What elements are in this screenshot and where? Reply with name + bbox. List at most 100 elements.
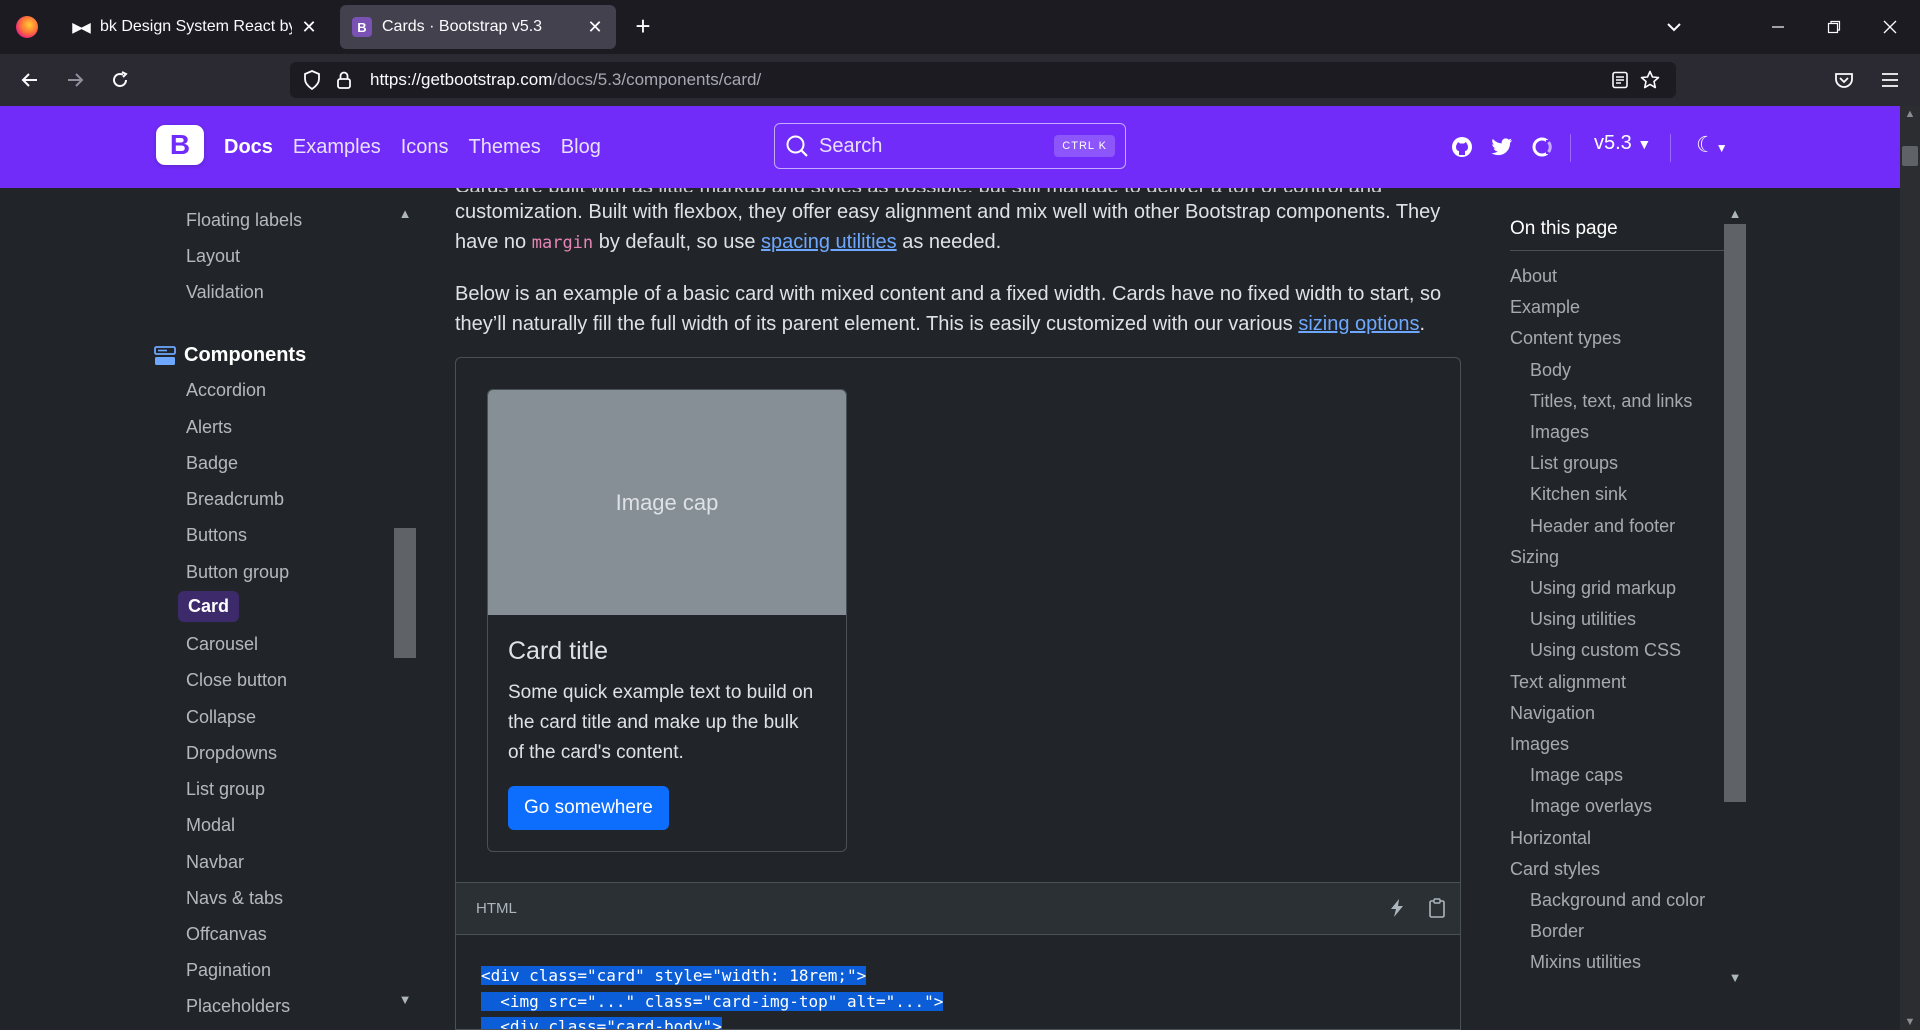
toc-item[interactable]: Header and footer (1530, 516, 1675, 537)
browser-tab-active[interactable]: B Cards · Bootstrap v5.3 ✕ (340, 5, 616, 49)
back-button[interactable] (14, 64, 46, 96)
lightning-icon[interactable] (1386, 897, 1408, 919)
browser-tab[interactable]: ▶◀ bk Design System React by Crea ✕ (58, 5, 330, 49)
nav-link-icons[interactable]: Icons (401, 136, 449, 159)
chevron-down-icon (1667, 23, 1681, 32)
toc-item[interactable]: Images (1510, 734, 1569, 755)
restore-button[interactable] (1806, 0, 1862, 54)
close-window-button[interactable] (1862, 0, 1918, 54)
sidebar-item-modal[interactable]: Modal (186, 815, 235, 836)
sidebar-item-floating-labels[interactable]: Floating labels (186, 210, 302, 231)
nav-link-docs[interactable]: Docs (224, 136, 273, 159)
toc-item[interactable]: Images (1530, 422, 1589, 443)
toc-item[interactable]: Image overlays (1530, 796, 1652, 817)
sidebar-section-components[interactable]: Components (154, 344, 306, 367)
bookmark-star-icon[interactable] (1634, 64, 1666, 96)
sidebar-item-layout[interactable]: Layout (186, 246, 240, 267)
sidebar-item-list-group[interactable]: List group (186, 779, 265, 800)
nav-link-blog[interactable]: Blog (561, 136, 601, 159)
sidebar-item-navbar[interactable]: Navbar (186, 852, 244, 873)
toc-item[interactable]: Image caps (1530, 765, 1623, 786)
clipboard-icon[interactable] (1426, 897, 1448, 919)
list-all-tabs-button[interactable] (1646, 0, 1702, 54)
toc-item[interactable]: Body (1530, 360, 1571, 381)
toc-item[interactable]: Mixins utilities (1530, 952, 1641, 973)
toc-item[interactable]: Example (1510, 297, 1580, 318)
code-line: <img src="..." class="card-img-top" alt=… (481, 992, 944, 1011)
scrollbar-thumb[interactable] (394, 528, 416, 658)
github-icon[interactable] (1450, 135, 1474, 159)
docs-search-button[interactable]: Search CTRL K (774, 123, 1126, 169)
sidebar-item-buttons[interactable]: Buttons (186, 525, 247, 546)
opencollective-icon[interactable] (1530, 135, 1554, 159)
sidebar-item-collapse[interactable]: Collapse (186, 707, 256, 728)
sidebar-item-pagination[interactable]: Pagination (186, 960, 271, 981)
page-scrollbar[interactable]: ▲ ▼ (1900, 106, 1920, 1030)
toc-item[interactable]: About (1510, 266, 1557, 287)
sidebar-item-dropdowns[interactable]: Dropdowns (186, 743, 277, 764)
address-bar[interactable]: https://getbootstrap.com/docs/5.3/compon… (290, 62, 1676, 98)
scroll-up-arrow[interactable]: ▲ (1900, 108, 1920, 120)
scroll-down-arrow[interactable]: ▼ (1900, 1016, 1920, 1028)
sizing-options-link[interactable]: sizing options (1298, 313, 1419, 335)
close-tab-icon[interactable]: ✕ (300, 17, 318, 38)
toc-item[interactable]: Using grid markup (1530, 578, 1676, 599)
sidebar-item-badge[interactable]: Badge (186, 453, 238, 474)
sidebar-item-accordion[interactable]: Accordion (186, 380, 266, 401)
toc-item[interactable]: Using custom CSS (1530, 640, 1681, 661)
toc-item[interactable]: Card layout (1510, 984, 1602, 986)
app-menu-button[interactable] (1874, 64, 1906, 96)
pocket-button[interactable] (1828, 64, 1860, 96)
theme-toggle[interactable]: ☾▼ (1696, 132, 1728, 158)
navbar-links: Docs Examples Icons Themes Blog (224, 106, 621, 188)
toc-item[interactable]: Titles, text, and links (1530, 391, 1692, 412)
toc-item[interactable]: List groups (1530, 453, 1618, 474)
scroll-down-arrow[interactable]: ▼ (1724, 970, 1746, 985)
minimize-button[interactable] (1750, 0, 1806, 54)
scrollbar-thumb[interactable] (1724, 224, 1746, 802)
version-dropdown[interactable]: v5.3 ▼ (1594, 132, 1651, 155)
sidebar-item-card[interactable]: Card (178, 591, 240, 622)
toc-item[interactable]: Kitchen sink (1530, 484, 1627, 505)
bootstrap-logo[interactable]: B (156, 125, 204, 165)
toc-item[interactable]: Content types (1510, 328, 1621, 349)
toc-item[interactable]: Card styles (1510, 859, 1600, 880)
close-tab-icon[interactable]: ✕ (586, 17, 604, 38)
nav-link-examples[interactable]: Examples (293, 136, 381, 159)
toc-item[interactable]: Using utilities (1530, 609, 1636, 630)
sidebar-item-alerts[interactable]: Alerts (186, 417, 232, 438)
sidebar-item-button-group[interactable]: Button group (186, 562, 289, 583)
toc-item[interactable]: Sizing (1510, 547, 1559, 568)
toc-item[interactable]: Border (1530, 921, 1584, 942)
reader-view-icon[interactable] (1604, 64, 1636, 96)
sidebar-item-navs-tabs[interactable]: Navs & tabs (186, 888, 283, 909)
shield-icon[interactable] (298, 66, 326, 94)
sidebar-scrollbar[interactable]: ▲ ▼ (394, 188, 416, 1030)
scroll-up-arrow[interactable]: ▲ (394, 206, 416, 221)
twitter-icon[interactable] (1490, 135, 1514, 159)
firefox-menu-button[interactable] (0, 0, 53, 54)
lock-icon[interactable] (330, 66, 358, 94)
sidebar-item-placeholders[interactable]: Placeholders (186, 996, 290, 1017)
scroll-down-arrow[interactable]: ▼ (394, 992, 416, 1007)
nav-link-themes[interactable]: Themes (469, 136, 541, 159)
toc-item[interactable]: Navigation (1510, 703, 1595, 724)
sidebar-item-offcanvas[interactable]: Offcanvas (186, 924, 267, 945)
forward-button[interactable] (59, 64, 91, 96)
code-block[interactable]: <div class="card" style="width: 18rem;">… (455, 935, 1461, 1030)
url-text[interactable]: https://getbootstrap.com/docs/5.3/compon… (370, 70, 761, 90)
scroll-up-arrow[interactable]: ▲ (1724, 206, 1746, 221)
scrollbar-thumb[interactable] (1902, 146, 1918, 166)
toc-scrollbar[interactable]: ▲ ▼ (1724, 206, 1746, 988)
sidebar-item-close-button[interactable]: Close button (186, 670, 287, 691)
new-tab-button[interactable]: + (628, 12, 658, 42)
go-somewhere-button[interactable]: Go somewhere (508, 786, 669, 830)
sidebar-item-carousel[interactable]: Carousel (186, 634, 258, 655)
sidebar-item-breadcrumb[interactable]: Breadcrumb (186, 489, 284, 510)
toc-item[interactable]: Horizontal (1510, 828, 1591, 849)
toc-item[interactable]: Text alignment (1510, 672, 1626, 693)
toc-item[interactable]: Background and color (1530, 890, 1705, 911)
sidebar-item-validation[interactable]: Validation (186, 282, 264, 303)
spacing-utilities-link[interactable]: spacing utilities (761, 231, 897, 253)
reload-button[interactable] (104, 64, 136, 96)
